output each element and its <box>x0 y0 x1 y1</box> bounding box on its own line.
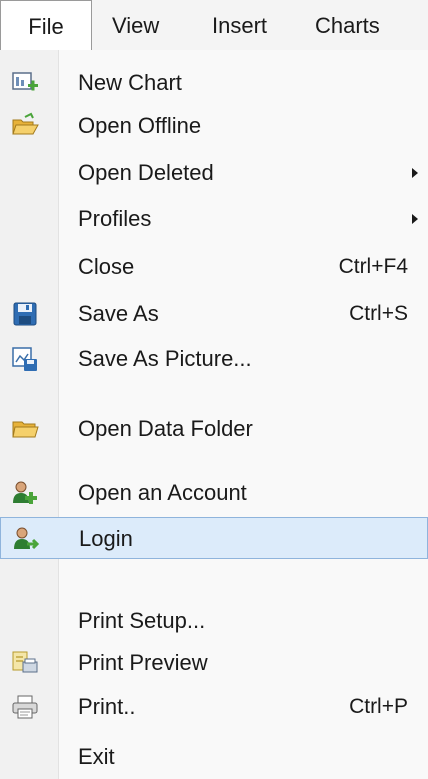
save-picture-icon <box>11 345 39 373</box>
menu-item-label: Print.. <box>78 694 136 719</box>
submenu-arrow-icon <box>412 214 418 224</box>
file-menu-dropdown: New Chart Open Offline Open Deleted Prof… <box>0 50 428 779</box>
menu-item-label: Close <box>78 254 135 279</box>
menu-item-label: Save As <box>78 301 159 326</box>
menu-item-label: Profiles <box>78 206 152 231</box>
menu-item-label: Open an Account <box>78 480 247 505</box>
print-preview-icon <box>11 649 39 677</box>
save-icon <box>11 300 39 328</box>
menu-item-new-chart[interactable]: New Chart <box>0 62 428 104</box>
menu-item-print[interactable]: Print.. Ctrl+P <box>0 686 428 728</box>
menu-item-label: Login <box>79 526 133 551</box>
shortcut-text: Ctrl+F4 <box>338 255 408 278</box>
menu-item-label: Print Setup... <box>78 608 206 633</box>
menu-item-print-setup[interactable]: Print Setup... <box>0 600 428 642</box>
menu-charts[interactable]: Charts <box>315 0 380 50</box>
shortcut-text: Ctrl+P <box>349 695 408 718</box>
menu-item-profiles[interactable]: Profiles <box>0 198 428 240</box>
account-icon <box>11 479 39 507</box>
menu-item-login[interactable]: Login <box>0 517 428 559</box>
menu-file[interactable]: File <box>0 0 92 51</box>
menu-item-open-an-account[interactable]: Open an Account <box>0 472 428 514</box>
submenu-arrow-icon <box>412 168 418 178</box>
menu-item-print-preview[interactable]: Print Preview <box>0 642 428 684</box>
menu-item-label: Save As Picture... <box>78 346 252 371</box>
menu-item-label: New Chart <box>78 70 182 95</box>
menu-item-label: Print Preview <box>78 650 208 675</box>
menu-item-open-deleted[interactable]: Open Deleted <box>0 152 428 194</box>
menu-item-label: Open Data Folder <box>78 416 253 441</box>
menu-view[interactable]: View <box>112 0 159 50</box>
menu-item-close[interactable]: Close Ctrl+F4 <box>0 246 428 288</box>
menu-item-exit[interactable]: Exit <box>0 736 428 778</box>
open-folder-icon <box>11 112 39 140</box>
shortcut-text: Ctrl+S <box>349 302 408 325</box>
new-chart-icon <box>11 69 39 97</box>
menu-item-save-as-picture[interactable]: Save As Picture... <box>0 338 428 380</box>
menu-bar: File View Insert Charts <box>0 0 428 51</box>
menu-item-open-data-folder[interactable]: Open Data Folder <box>0 408 428 450</box>
login-icon <box>12 525 40 553</box>
menu-insert[interactable]: Insert <box>212 0 267 50</box>
menu-item-label: Open Deleted <box>78 160 214 185</box>
menu-item-open-offline[interactable]: Open Offline <box>0 105 428 147</box>
menu-item-save-as[interactable]: Save As Ctrl+S <box>0 293 428 335</box>
menu-item-label: Open Offline <box>78 113 202 138</box>
menu-item-label: Exit <box>78 744 115 769</box>
printer-icon <box>11 693 39 721</box>
folder-icon <box>11 415 39 443</box>
